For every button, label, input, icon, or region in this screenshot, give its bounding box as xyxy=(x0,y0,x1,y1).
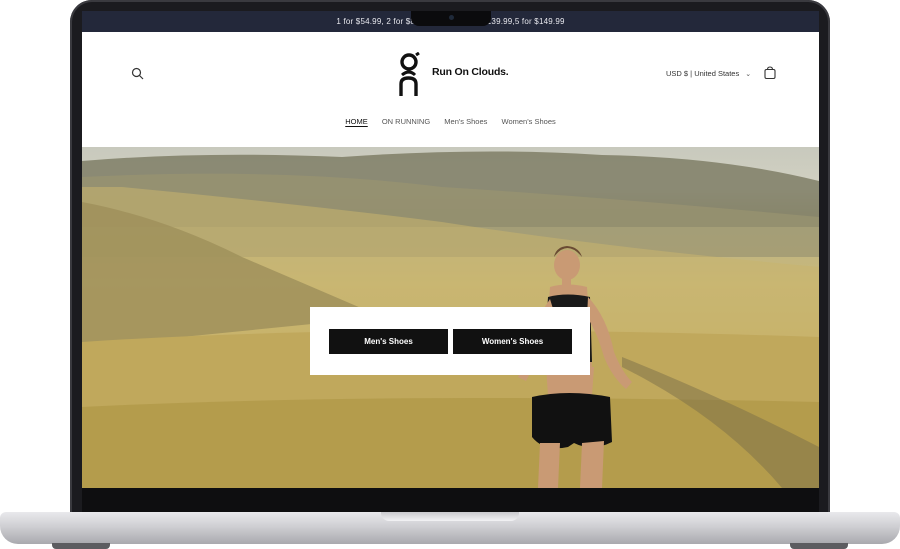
announcement-text-right: $139.99,5 for $149.99 xyxy=(482,17,565,26)
laptop-lid-groove xyxy=(381,512,519,521)
site-logo[interactable]: Run On Clouds. xyxy=(398,52,509,98)
browser-screen: 1 for $54.99, 2 for $89. $139.99,5 for $… xyxy=(82,11,819,488)
site-header: Run On Clouds. USD $ | United States ⌄ H… xyxy=(82,32,819,147)
on-logo-icon xyxy=(399,52,420,96)
shop-category-box: Men's Shoes Women's Shoes xyxy=(310,307,590,375)
camera-icon xyxy=(449,15,454,20)
logo-text: Run On Clouds. xyxy=(432,66,509,78)
chevron-down-icon: ⌄ xyxy=(745,70,752,78)
nav-item-home[interactable]: HOME xyxy=(345,117,368,126)
laptop-foot-right xyxy=(790,543,848,549)
laptop-foot-left xyxy=(52,543,110,549)
nav-item-womens-shoes[interactable]: Women's Shoes xyxy=(502,117,556,126)
mens-shoes-button[interactable]: Men's Shoes xyxy=(329,329,448,354)
main-nav: HOME ON RUNNING Men's Shoes Women's Shoe… xyxy=(82,117,819,126)
hero-banner: Men's Shoes Women's Shoes xyxy=(82,147,819,488)
currency-label: USD $ | United States xyxy=(666,69,740,78)
cart-button[interactable] xyxy=(763,66,777,80)
cart-icon xyxy=(764,66,776,80)
currency-selector[interactable]: USD $ | United States ⌄ xyxy=(666,69,751,78)
laptop-chin xyxy=(82,488,819,512)
nav-item-mens-shoes[interactable]: Men's Shoes xyxy=(444,117,487,126)
womens-shoes-button[interactable]: Women's Shoes xyxy=(453,329,572,354)
announcement-text-left: 1 for $54.99, 2 for $89. xyxy=(336,17,423,26)
nav-item-on-running[interactable]: ON RUNNING xyxy=(382,117,430,126)
search-icon xyxy=(131,67,144,80)
search-button[interactable] xyxy=(130,66,146,82)
